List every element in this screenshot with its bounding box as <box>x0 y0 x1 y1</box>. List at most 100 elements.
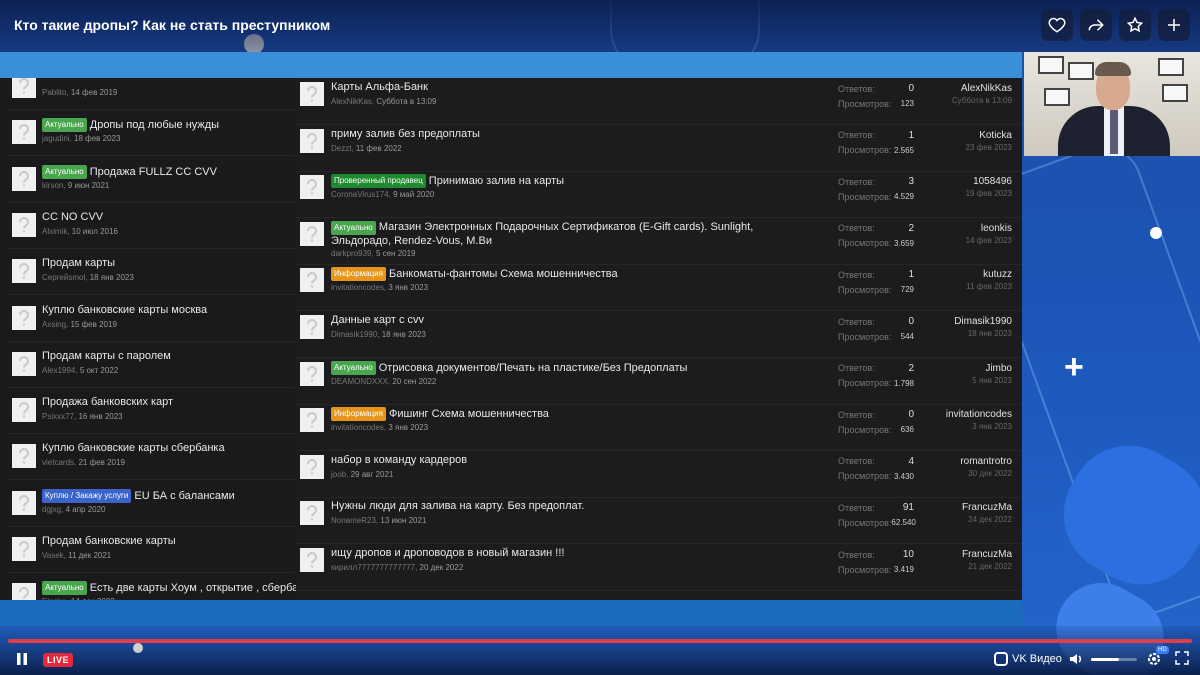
author-avatar[interactable] <box>12 305 36 330</box>
author-avatar[interactable] <box>300 315 324 339</box>
thread-title-text[interactable]: Карты Альфа-Банк <box>331 81 428 93</box>
left-thread-item[interactable]: Продам банковские карты Vasek, 11 дек 202… <box>8 529 294 573</box>
thread-title[interactable]: Актуально Продажа FULLZ CC CVV <box>42 164 217 179</box>
thread-author[interactable]: joob <box>331 470 346 479</box>
thread-prefix-badge[interactable]: Актуально <box>42 118 87 133</box>
thread-author[interactable]: CoronaVirus174 <box>331 190 389 199</box>
author-avatar[interactable] <box>300 501 324 526</box>
last-post-user[interactable]: 1058496 <box>966 174 1012 189</box>
author-avatar[interactable] <box>12 259 36 284</box>
thread-author[interactable]: Dimasik1990 <box>331 330 377 339</box>
thread-title-text[interactable]: Фишинг Схема мошенничества <box>389 408 549 420</box>
thread-title[interactable]: Актуально Есть две карты Хоум , открытие … <box>42 581 296 596</box>
thread-title[interactable]: Куплю банковские карты сбербанка <box>42 442 225 454</box>
author-avatar[interactable] <box>300 548 324 572</box>
thread-prefix-badge[interactable]: Актуально <box>42 164 87 179</box>
author-avatar[interactable] <box>12 490 36 515</box>
volume-icon[interactable] <box>1068 651 1084 667</box>
author-avatar[interactable] <box>12 166 36 191</box>
last-post-user[interactable]: romantrotro <box>960 454 1012 469</box>
thread-prefix-badge[interactable]: Актуально <box>42 581 87 596</box>
last-post-user[interactable]: FrancuzMa <box>962 547 1012 562</box>
thread-title-text[interactable]: Продажа FULLZ CC CVV <box>90 166 217 178</box>
thread-title[interactable]: приму залив без предоплаты <box>331 128 480 140</box>
vk-video-label[interactable]: VK Видео <box>1012 653 1062 665</box>
thread-prefix-badge[interactable]: Информация <box>331 267 386 282</box>
last-post-user[interactable]: kutuzz <box>966 267 1012 282</box>
thread-title-text[interactable]: Магазин Электронных Подарочных Сертифика… <box>331 221 753 247</box>
left-thread-item[interactable]: Куплю банковские карты сбербанка vietcard… <box>8 436 294 481</box>
thread-prefix-badge[interactable]: Актуально <box>331 360 376 375</box>
last-post-user[interactable]: Dimasik1990 <box>954 314 1012 329</box>
author-avatar[interactable] <box>12 120 36 145</box>
thread-title[interactable]: Проверенный продавец Принимаю залив на к… <box>331 174 564 189</box>
thread-title[interactable]: Актуально Дропы под любые нужды <box>42 118 219 133</box>
author-avatar[interactable] <box>300 408 324 433</box>
like-button[interactable] <box>1041 9 1073 41</box>
thread-title-text[interactable]: Дропы под любые нужды <box>90 119 219 131</box>
thread-row[interactable]: Актуально Магазин Электронных Подарочных… <box>296 218 1022 265</box>
author-avatar[interactable] <box>12 444 36 469</box>
favorite-button[interactable] <box>1119 9 1151 41</box>
thread-title-text[interactable]: набор в команду кардеров <box>331 454 467 466</box>
author-avatar[interactable] <box>12 351 36 376</box>
last-post-user[interactable]: FrancuzMa <box>962 500 1012 515</box>
thread-author[interactable]: Alex1994 <box>42 366 75 375</box>
thread-title[interactable]: Информация Банкоматы-фантомы Схема мошен… <box>331 267 618 282</box>
thread-row[interactable]: Данные карт с cvv Dimasik1990, 18 янв 202… <box>296 311 1022 358</box>
thread-title[interactable]: Продам карты <box>42 257 115 269</box>
left-thread-item[interactable]: Куплю банковские карты москва Axsing, 15 … <box>8 298 294 342</box>
left-thread-item[interactable]: Pablito, 14 фев 2019 <box>8 78 294 110</box>
thread-title-text[interactable]: EU БА с балансами <box>134 490 234 502</box>
thread-author[interactable]: Сергейsmol <box>42 273 85 282</box>
left-thread-item[interactable]: Продам карты Сергейsmol, 18 янв 2023 <box>8 251 294 296</box>
thread-title-text[interactable]: Данные карт с cvv <box>331 314 424 326</box>
thread-prefix-badge[interactable]: Проверенный продавец <box>331 174 426 189</box>
thread-row[interactable]: приму залив без предоплаты Dezzt, 11 фев … <box>296 125 1022 172</box>
pause-icon[interactable] <box>15 652 29 666</box>
thread-prefix-badge[interactable]: Куплю / Закажу услуги <box>42 488 132 503</box>
thread-author[interactable]: invitationcodes <box>331 283 384 292</box>
thread-title[interactable]: Актуально Магазин Электронных Подарочных… <box>331 220 816 248</box>
thread-author[interactable]: jagudini <box>42 134 70 143</box>
thread-title[interactable]: Продам банковские карты <box>42 535 176 547</box>
volume-slider[interactable] <box>1091 658 1137 661</box>
thread-title-text[interactable]: Куплю банковские карты москва <box>42 304 207 316</box>
thread-title-text[interactable]: Принимаю залив на карты <box>429 175 564 187</box>
thread-title-text[interactable]: CC NO CVV <box>42 211 103 223</box>
thread-author[interactable]: Axsing <box>42 320 66 329</box>
left-thread-item[interactable]: Куплю / Закажу услуги EU БА с балансами dg… <box>8 483 294 527</box>
left-thread-item[interactable]: CC NO CVV Alximik, 10 июл 2016 <box>8 205 294 249</box>
thread-title[interactable]: Нужны люди для залива на карту. Без пред… <box>331 500 584 512</box>
author-avatar[interactable] <box>300 221 324 246</box>
author-avatar[interactable] <box>300 268 324 293</box>
last-post-user[interactable]: Jimbo <box>972 361 1012 376</box>
thread-title[interactable]: Актуально Отрисовка документов/Печать на… <box>331 360 687 375</box>
thread-author[interactable]: кирилл7777777777777 <box>331 563 415 572</box>
author-avatar[interactable] <box>12 583 36 600</box>
left-thread-item[interactable]: Актуально Продажа FULLZ CC CVV kirson, 9 и… <box>8 159 294 203</box>
thread-author[interactable]: DEAMONDXXX <box>331 377 388 386</box>
thread-row[interactable]: Актуально Отрисовка документов/Печать на… <box>296 358 1022 405</box>
fullscreen-icon[interactable] <box>1175 651 1189 665</box>
thread-title-text[interactable]: Продажа банковских карт <box>42 396 173 408</box>
author-avatar[interactable] <box>12 212 36 237</box>
share-button[interactable] <box>1080 9 1112 41</box>
thread-title[interactable]: Данные карт с cvv <box>331 314 424 326</box>
thread-title-text[interactable]: Нужны люди для залива на карту. Без пред… <box>331 500 584 512</box>
thread-title-text[interactable]: приму залив без предоплаты <box>331 128 480 140</box>
thread-author[interactable]: darkpro939 <box>331 249 371 258</box>
vk-video-logo-icon[interactable] <box>994 652 1008 666</box>
author-avatar[interactable] <box>300 128 324 153</box>
thread-title[interactable]: Информация Фишинг Схема мошенничества <box>331 407 549 422</box>
thread-title-text[interactable]: Продам карты с паролем <box>42 350 171 362</box>
thread-row[interactable]: Информация Фишинг Схема мошенничества inv… <box>296 404 1022 452</box>
left-thread-item[interactable]: Продам карты с паролем Alex1994, 5 окт 20… <box>8 344 294 388</box>
last-post-user[interactable]: invitationcodes <box>946 407 1012 422</box>
thread-author[interactable]: kirson <box>42 181 63 190</box>
thread-row[interactable]: набор в команду кардеров joob, 29 авг 202… <box>296 451 1022 498</box>
thread-row[interactable]: Информация Банкоматы-фантомы Схема мошен… <box>296 264 1022 312</box>
thread-author[interactable]: AlexNikKas <box>331 97 372 106</box>
thread-title-text[interactable]: Куплю банковские карты сбербанка <box>42 442 225 454</box>
thread-author[interactable]: dgjxg <box>42 505 61 514</box>
